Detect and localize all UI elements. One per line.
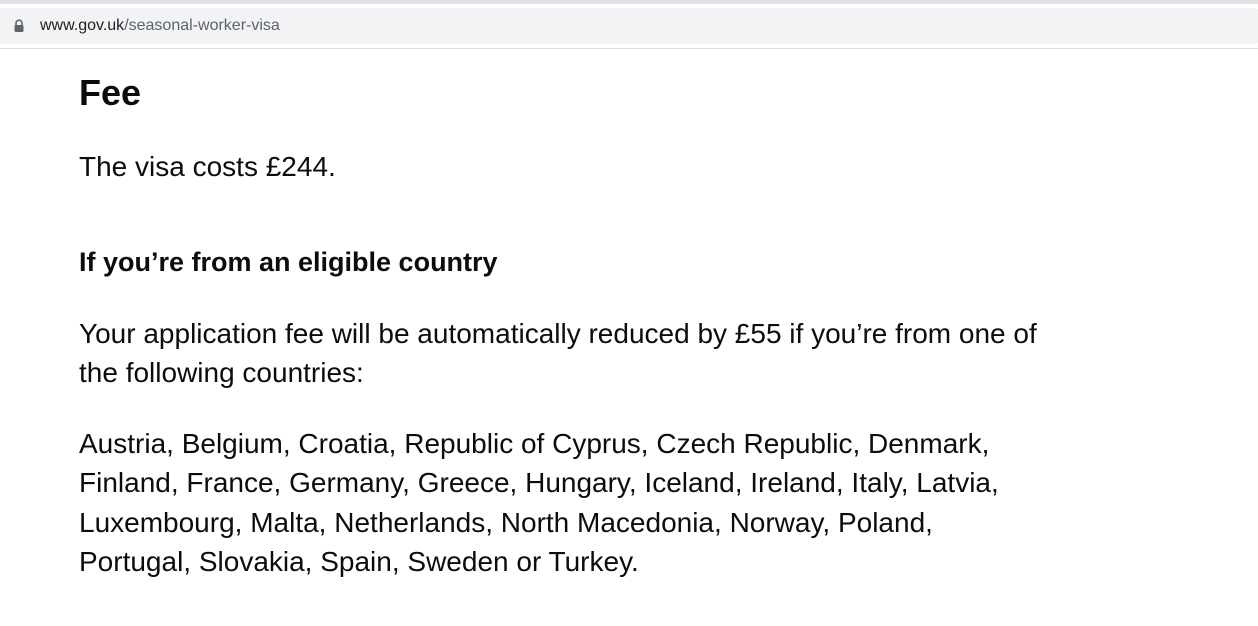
url-host: www.gov.uk xyxy=(40,17,125,34)
fee-heading: Fee xyxy=(79,72,142,113)
countries-line: Finland, France, Germany, Greece, Hungar… xyxy=(79,467,999,499)
reduced-fee-line: the following countries: xyxy=(79,357,364,388)
reduced-fee-line: Your application fee will be automatical… xyxy=(79,318,1037,349)
address-bar-divider xyxy=(0,48,1258,49)
eligible-countries-paragraph: Austria, Belgium, Croatia, Republic of C… xyxy=(79,424,1039,581)
lock-icon[interactable] xyxy=(13,19,25,33)
countries-line: Luxembourg, Malta, Netherlands, North Ma… xyxy=(79,506,933,538)
browser-address-bar: www.gov.uk/seasonal-worker-visa xyxy=(0,4,1258,48)
countries-line: Austria, Belgium, Croatia, Republic of C… xyxy=(79,428,990,459)
visa-cost-text: The visa costs £244. xyxy=(79,151,336,182)
url-text[interactable]: www.gov.uk/seasonal-worker-visa xyxy=(40,16,280,36)
countries-line: Portugal, Slovakia, Spain, Sweden or Tur… xyxy=(79,545,639,577)
eligible-country-heading: If you’re from an eligible country xyxy=(79,247,498,277)
url-path: /seasonal-worker-visa xyxy=(124,17,280,34)
reduced-fee-paragraph: Your application fee will be automatical… xyxy=(79,314,1089,392)
